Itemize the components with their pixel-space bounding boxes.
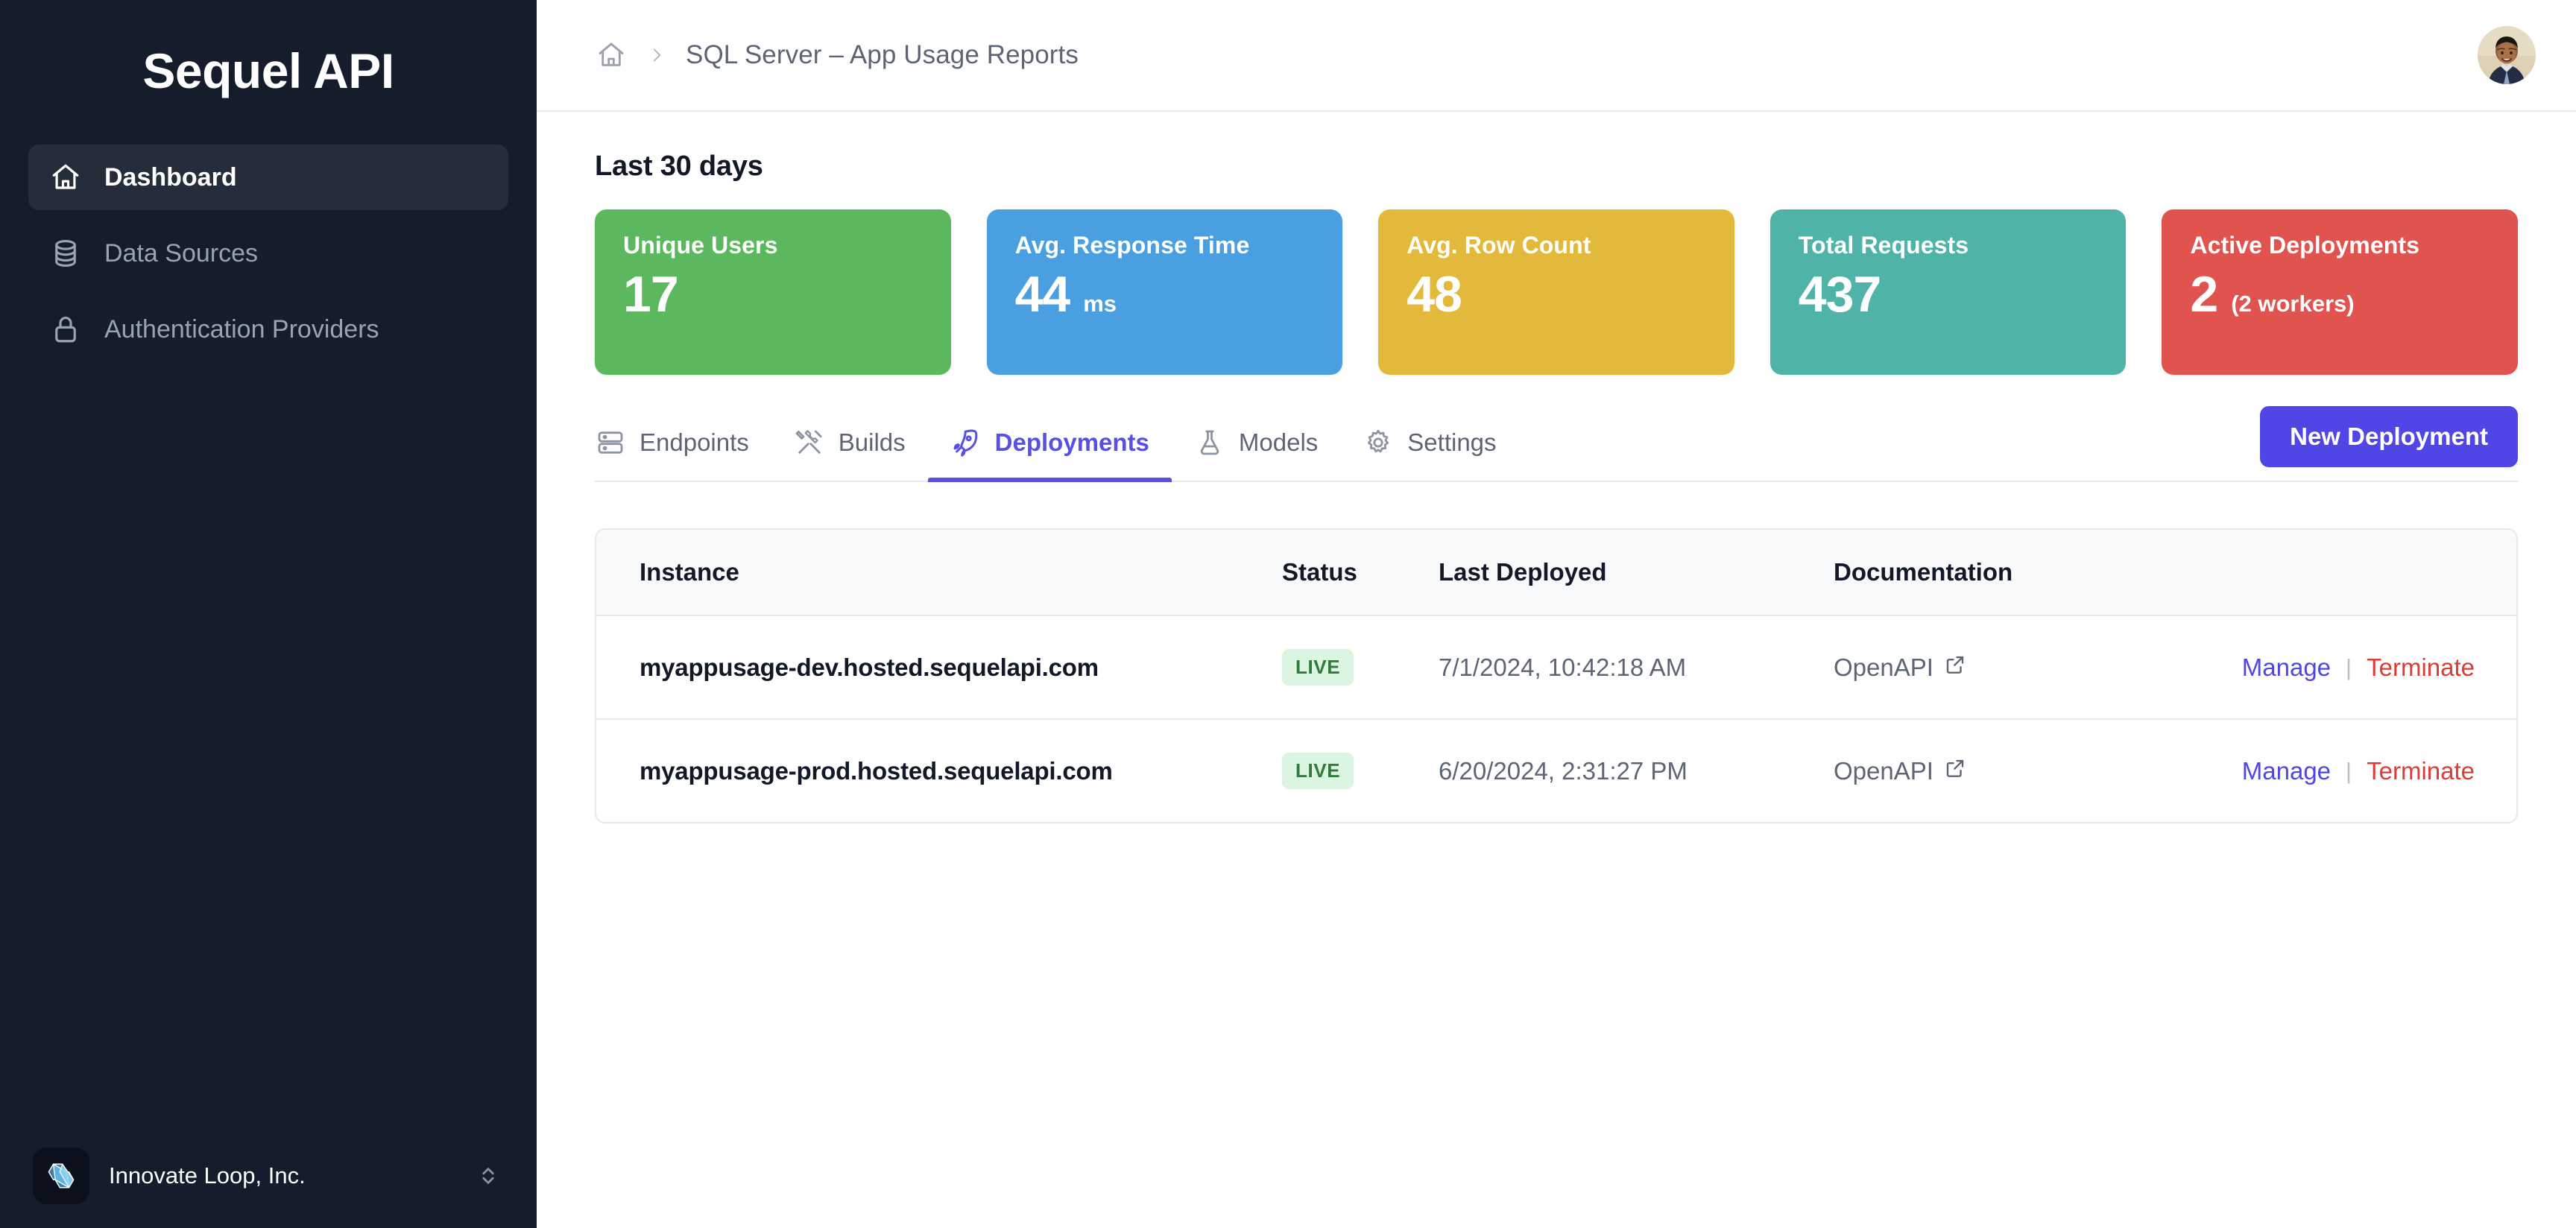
openapi-label: OpenAPI — [1834, 756, 1933, 785]
lock-icon — [49, 313, 82, 346]
tabs: Endpoints Builds Deployments Models Sett… — [595, 391, 2260, 482]
openapi-label: OpenAPI — [1834, 653, 1933, 681]
column-header-actions — [2191, 530, 2516, 616]
stat-card-label: Total Requests — [1798, 232, 1969, 259]
stat-card-avg-row-count: Avg. Row Count 48 — [1378, 209, 1734, 375]
sidebar-item-label: Authentication Providers — [104, 314, 379, 344]
breadcrumb: SQL Server – App Usage Reports — [595, 39, 2478, 72]
terminate-link[interactable]: Terminate — [2367, 653, 2475, 682]
avatar[interactable] — [2478, 26, 2536, 84]
home-icon[interactable] — [595, 39, 628, 72]
cell-instance: myappusage-dev.hosted.sequelapi.com — [640, 653, 1099, 681]
org-switcher[interactable]: Innovate Loop, Inc. — [0, 1124, 537, 1228]
tab-bar: Endpoints Builds Deployments Models Sett… — [595, 393, 2518, 482]
table-row: myappusage-dev.hosted.sequelapi.com LIVE… — [596, 615, 2516, 719]
rocket-icon — [950, 427, 982, 458]
brand-title: Sequel API — [142, 43, 394, 98]
database-icon — [49, 237, 82, 270]
tab-label: Settings — [1407, 428, 1497, 456]
column-header-instance: Instance — [596, 530, 1282, 616]
tab-settings[interactable]: Settings — [1340, 391, 1518, 481]
external-link-icon — [1944, 653, 1966, 682]
deployments-table: Instance Status Last Deployed Documentat… — [595, 528, 2518, 823]
external-link-icon — [1944, 757, 1966, 785]
stat-cards: Unique Users 17 Avg. Response Time 44 ms… — [595, 209, 2518, 375]
cell-documentation: OpenAPI — [1834, 718, 2191, 822]
openapi-link[interactable]: OpenAPI — [1834, 653, 2191, 682]
stat-card-avg-response-time: Avg. Response Time 44 ms — [986, 209, 1343, 375]
tab-builds[interactable]: Builds — [771, 391, 928, 481]
gear-icon — [1363, 427, 1394, 458]
tab-models[interactable]: Models — [1172, 391, 1340, 481]
status-badge: LIVE — [1282, 753, 1354, 789]
chevron-right-icon — [647, 44, 666, 66]
new-deployment-button[interactable]: New Deployment — [2260, 406, 2518, 467]
cell-actions: Manage | Terminate — [2191, 615, 2516, 719]
tab-deployments[interactable]: Deployments — [927, 391, 1172, 482]
sidebar-item-authentication-providers[interactable]: Authentication Providers — [28, 297, 508, 362]
table-header-row: Instance Status Last Deployed Documentat… — [596, 530, 2516, 616]
infinity-loop-logo — [33, 1148, 89, 1204]
stat-card-label: Active Deployments — [2190, 232, 2420, 259]
flask-icon — [1194, 427, 1225, 458]
page-title: SQL Server – App Usage Reports — [686, 40, 1079, 69]
stat-card-value: 437 — [1798, 266, 1881, 323]
topbar: SQL Server – App Usage Reports — [537, 0, 2576, 112]
tab-label: Deployments — [994, 428, 1149, 456]
stat-card-unique-users: Unique Users 17 — [595, 209, 951, 375]
stat-card-total-requests: Total Requests 437 — [1770, 209, 2127, 375]
content: Last 30 days Unique Users 17 Avg. Respon… — [537, 112, 2576, 1228]
cell-last-deployed: 6/20/2024, 2:31:27 PM — [1439, 718, 1834, 822]
action-separator: | — [2346, 757, 2352, 784]
table-row: myappusage-prod.hosted.sequelapi.com LIV… — [596, 718, 2516, 822]
cell-documentation: OpenAPI — [1834, 615, 2191, 719]
manage-link[interactable]: Manage — [2242, 757, 2331, 785]
manage-link[interactable]: Manage — [2242, 653, 2331, 682]
stat-card-suffix: ms — [1083, 291, 1117, 317]
openapi-link[interactable]: OpenAPI — [1834, 757, 2191, 785]
tab-endpoints[interactable]: Endpoints — [595, 391, 771, 481]
sidebar-item-data-sources[interactable]: Data Sources — [28, 221, 508, 286]
sidebar-item-label: Dashboard — [104, 162, 237, 192]
stat-card-value: 17 — [623, 266, 679, 323]
org-name: Innovate Loop, Inc. — [109, 1162, 306, 1189]
cell-actions: Manage | Terminate — [2191, 718, 2516, 822]
terminate-link[interactable]: Terminate — [2367, 757, 2475, 785]
app-root: Sequel API Dashboard Data Sources Authen… — [0, 0, 2576, 1228]
server-icon — [595, 427, 626, 458]
chevron-up-down-icon[interactable] — [476, 1156, 501, 1195]
sidebar-nav: Dashboard Data Sources Authentication Pr… — [0, 127, 537, 362]
stat-card-suffix: (2 workers) — [2231, 291, 2355, 317]
stat-card-value: 2 — [2190, 266, 2218, 323]
tools-icon — [794, 427, 825, 458]
tab-label: Models — [1238, 428, 1319, 456]
tab-label: Builds — [838, 428, 906, 456]
stat-card-label: Avg. Response Time — [1014, 232, 1250, 259]
sidebar-item-label: Data Sources — [104, 238, 258, 268]
home-icon — [49, 161, 82, 194]
cell-status: LIVE — [1282, 718, 1439, 822]
stat-card-value: 48 — [1407, 266, 1462, 323]
sidebar-item-dashboard[interactable]: Dashboard — [28, 145, 508, 210]
column-header-status: Status — [1282, 530, 1439, 616]
cell-instance: myappusage-prod.hosted.sequelapi.com — [596, 718, 1282, 822]
cell-last-deployed: 7/1/2024, 10:42:18 AM — [1439, 653, 1687, 681]
tab-label: Endpoints — [640, 428, 749, 456]
stat-card-label: Unique Users — [623, 232, 778, 259]
stat-card-active-deployments: Active Deployments 2 (2 workers) — [2162, 209, 2518, 375]
stat-card-value: 44 — [1014, 266, 1071, 323]
cell-status: LIVE — [1282, 615, 1439, 719]
column-header-last-deployed: Last Deployed — [1439, 530, 1834, 616]
sidebar: Sequel API Dashboard Data Sources Authen… — [0, 0, 537, 1228]
action-separator: | — [2346, 653, 2352, 680]
column-header-documentation: Documentation — [1834, 530, 2191, 616]
stat-card-label: Avg. Row Count — [1407, 232, 1591, 259]
section-title: Last 30 days — [595, 151, 763, 182]
status-badge: LIVE — [1282, 649, 1354, 686]
main-area: SQL Server – App Usage Reports Last 30 d… — [537, 0, 2576, 1228]
